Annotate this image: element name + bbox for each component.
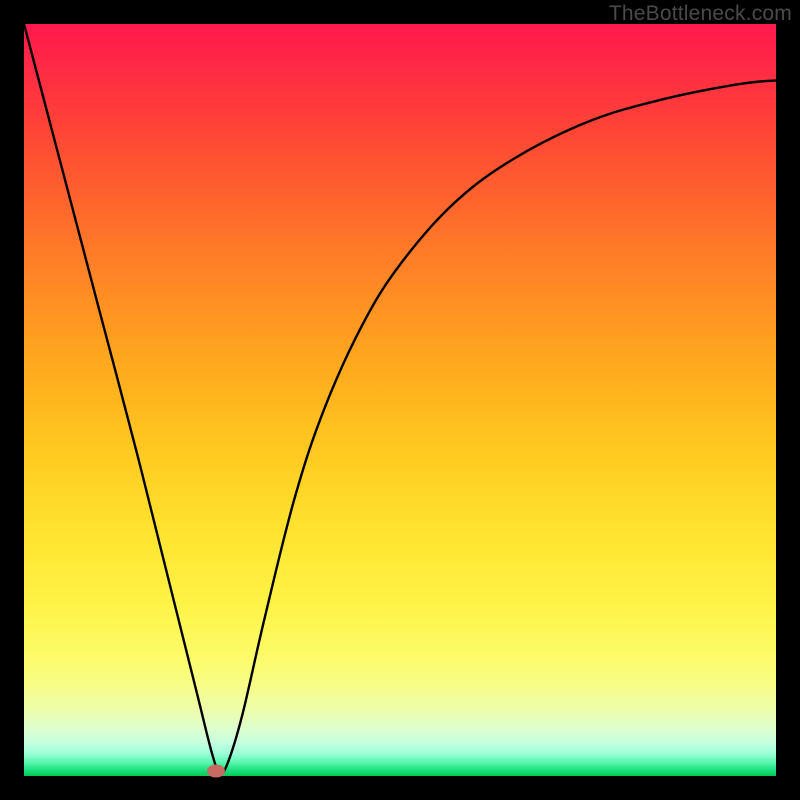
bottleneck-curve: [24, 24, 776, 776]
optimum-marker: [207, 765, 225, 778]
chart-container: TheBottleneck.com: [0, 0, 800, 800]
watermark-text: TheBottleneck.com: [609, 2, 792, 26]
plot-area: [24, 24, 776, 776]
curve-path: [24, 24, 776, 773]
